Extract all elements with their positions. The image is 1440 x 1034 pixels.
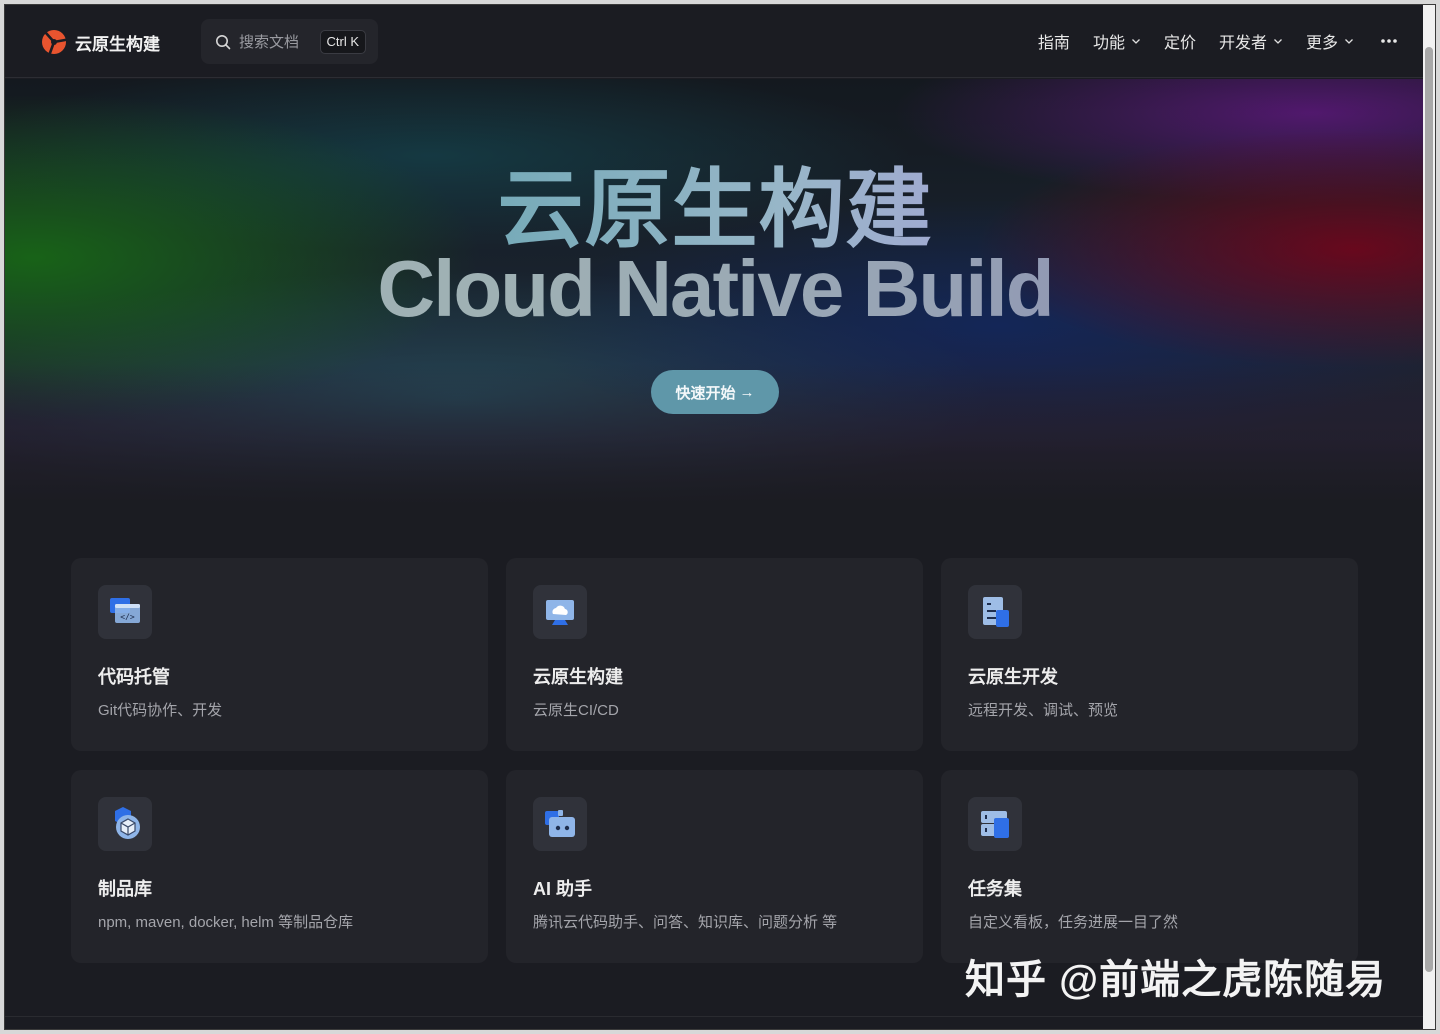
nav-pricing[interactable]: 定价	[1164, 29, 1196, 53]
main-nav: 指南 功能 定价 开发者 更多	[1015, 29, 1399, 53]
ellipsis-icon[interactable]	[1379, 31, 1399, 51]
watermark-text: 知乎 @前端之虎陈随易	[965, 958, 1387, 1002]
feature-card-ai-assistant[interactable]: AI 助手 腾讯云代码助手、问答、知识库、问题分析 等	[506, 770, 923, 963]
search-icon	[216, 34, 231, 49]
chevron-down-icon	[1345, 39, 1353, 44]
search-shortcut-badge: Ctrl K	[319, 30, 366, 54]
nav-guide[interactable]: 指南	[1038, 29, 1070, 53]
feature-title: 制品库	[98, 879, 152, 899]
brand-logo-icon	[42, 30, 67, 55]
nav-more-label: 更多	[1305, 35, 1338, 52]
brand-name: 云原生构建	[75, 34, 160, 54]
svg-text:</>: </>	[120, 613, 135, 622]
feature-card-code-hosting[interactable]: </> 代码托管 Git代码协作、开发	[71, 558, 488, 751]
document-list-icon	[968, 585, 1022, 639]
robot-icon	[533, 797, 587, 851]
feature-title: AI 助手	[533, 879, 593, 899]
top-navbar: 云原生构建 搜索文档 Ctrl K 指南 功能 定价 开发者 更多	[5, 5, 1425, 78]
feature-title: 代码托管	[98, 667, 170, 687]
scrollbar-thumb[interactable]	[1425, 47, 1433, 972]
feature-card-artifacts[interactable]: 制品库 npm, maven, docker, helm 等制品仓库	[71, 770, 488, 963]
task-board-icon	[968, 797, 1022, 851]
browser-window: 云原生构建 搜索文档 Ctrl K 指南 功能 定价 开发者 更多 云原生构建 …	[4, 4, 1436, 1030]
feature-desc: 自定义看板，任务进展一目了然	[968, 914, 1179, 931]
chevron-down-icon	[1131, 39, 1140, 44]
chevron-down-icon	[1274, 39, 1282, 44]
nav-more-dropdown[interactable]: 更多	[1306, 29, 1354, 53]
hero-section: 云原生构建 Cloud Native Build 快速开始 →	[5, 79, 1425, 504]
cloud-monitor-icon	[533, 585, 587, 639]
feature-title: 云原生开发	[968, 667, 1058, 687]
feature-card-cloud-dev[interactable]: 云原生开发 远程开发、调试、预览	[941, 558, 1358, 751]
feature-desc: 远程开发、调试、预览	[968, 702, 1119, 719]
brand-link[interactable]: 云原生构建	[41, 29, 160, 55]
arrow-right-icon: →	[739, 383, 755, 401]
quick-start-button[interactable]: 快速开始 →	[651, 370, 779, 414]
search-placeholder: 搜索文档	[239, 34, 300, 51]
search-docs-button[interactable]: 搜索文档 Ctrl K	[201, 19, 378, 64]
divider	[5, 1016, 1423, 1017]
nav-developers-label: 开发者	[1218, 35, 1267, 52]
quick-start-label: 快速开始	[675, 384, 736, 402]
feature-desc: 云原生CI/CD	[533, 702, 619, 719]
nav-features-dropdown[interactable]: 功能	[1093, 29, 1141, 53]
nav-pricing-label: 定价	[1163, 35, 1196, 52]
feature-card-task-set[interactable]: 任务集 自定义看板，任务进展一目了然	[941, 770, 1358, 963]
hero-subtitle: Cloud Native Build	[5, 243, 1425, 335]
feature-desc: Git代码协作、开发	[98, 702, 223, 719]
nav-features-label: 功能	[1092, 35, 1125, 52]
code-window-icon: </>	[98, 585, 152, 639]
feature-desc: 腾讯云代码助手、问答、知识库、问题分析 等	[533, 914, 838, 931]
feature-desc: npm, maven, docker, helm 等制品仓库	[98, 914, 354, 931]
nav-developers-dropdown[interactable]: 开发者	[1219, 29, 1283, 53]
package-cube-icon	[98, 797, 152, 851]
nav-guide-label: 指南	[1037, 35, 1070, 52]
feature-title: 任务集	[968, 879, 1022, 899]
feature-card-cloud-build[interactable]: 云原生构建 云原生CI/CD	[506, 558, 923, 751]
feature-title: 云原生构建	[533, 667, 623, 687]
